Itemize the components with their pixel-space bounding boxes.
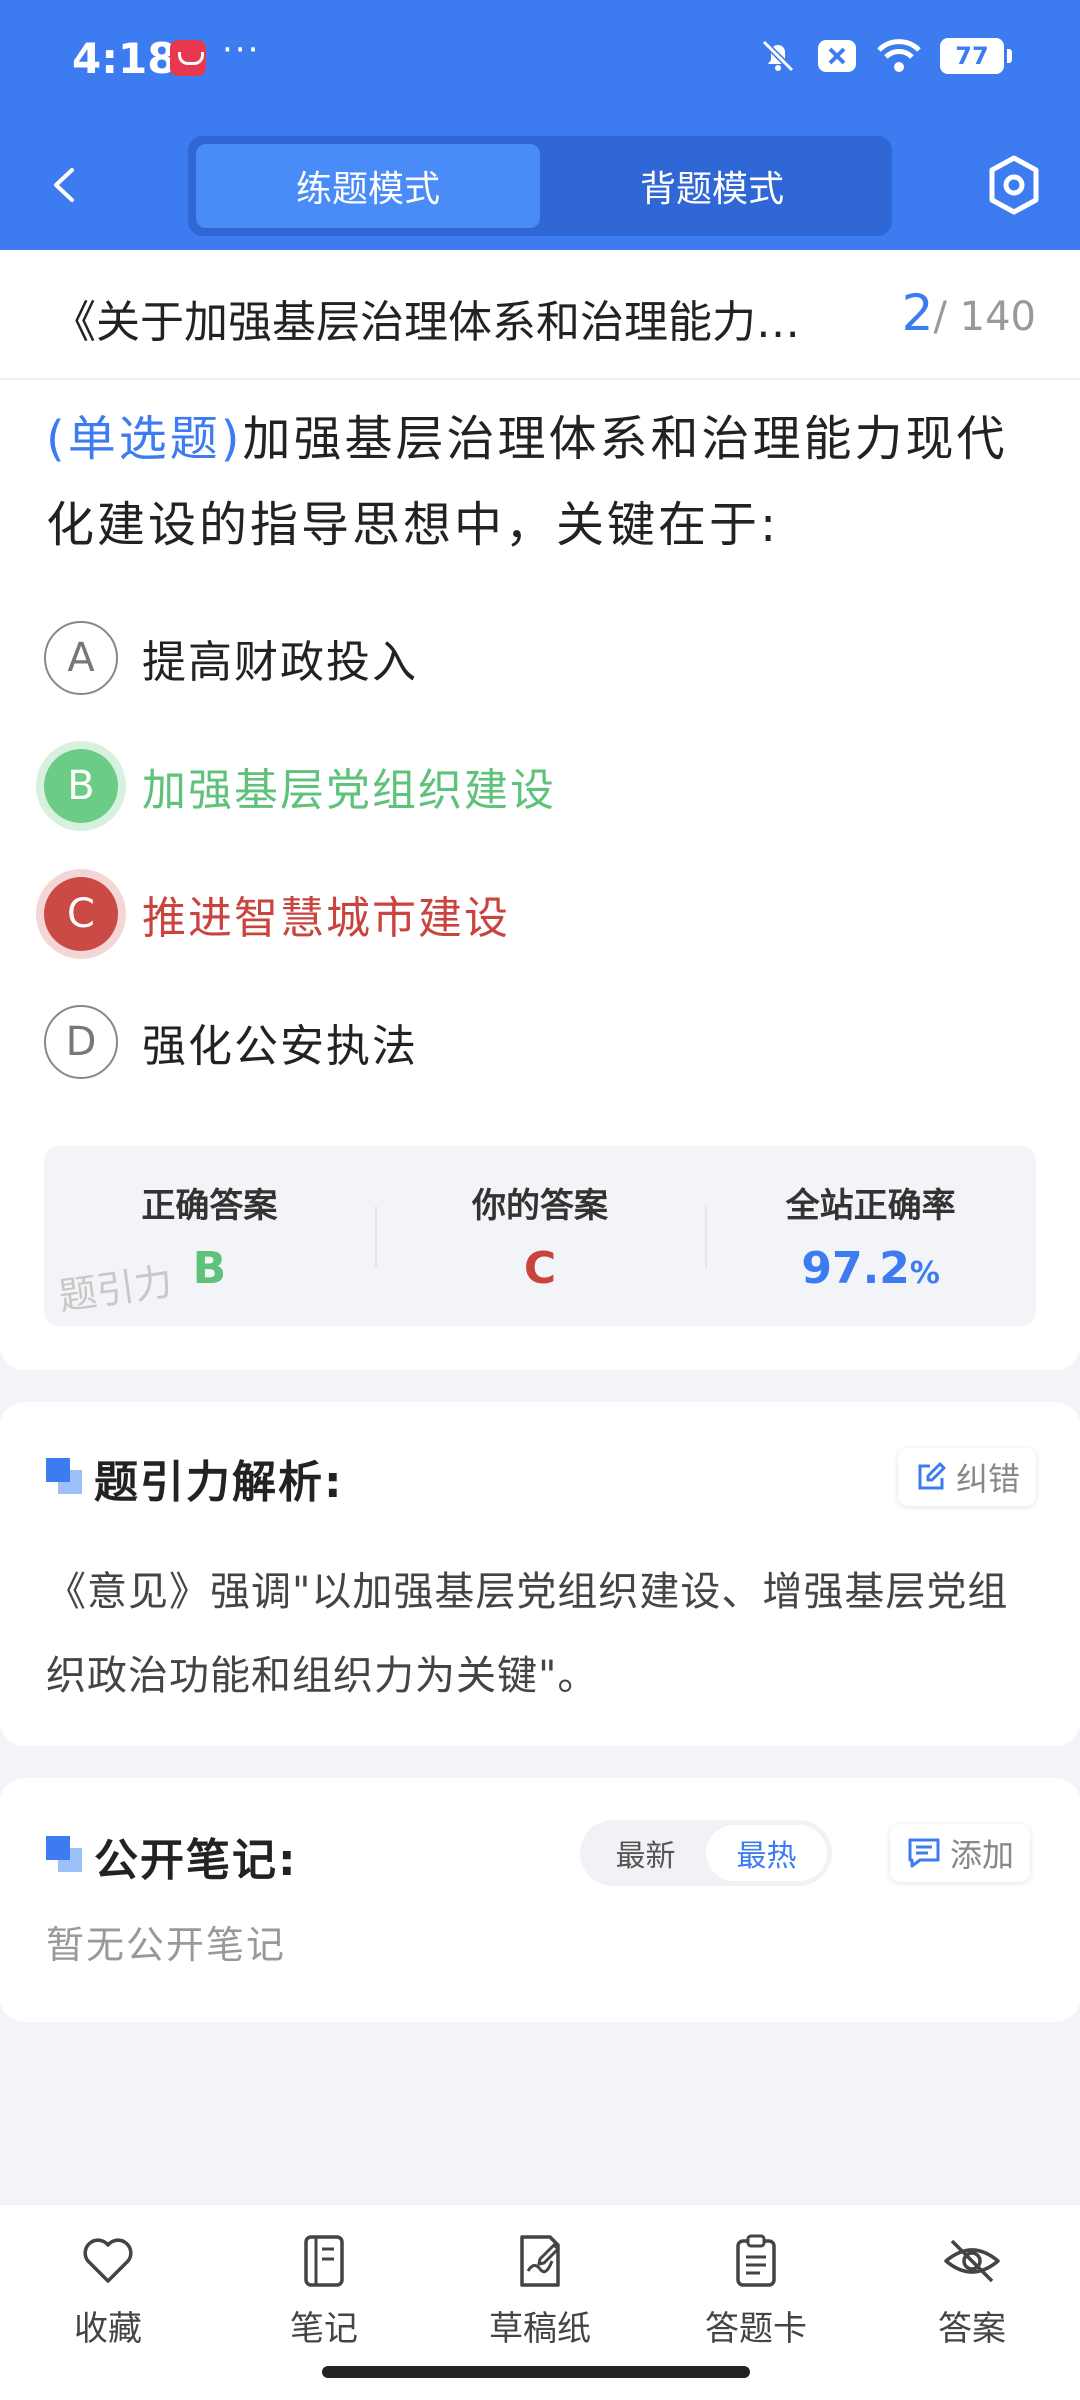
tab-recite-mode[interactable]: 背题模式 — [540, 144, 884, 228]
answer-summary: 正确答案 B 题引力 你的答案 C 全站正确率 97.2% — [44, 1146, 1036, 1326]
analysis-card: 题引力解析: 纠错 《意见》强调"以加强基层党组织建设、增强基层党组织政治功能和… — [0, 1402, 1080, 1746]
section-icon — [46, 1458, 82, 1494]
bell-muted-icon — [761, 39, 795, 73]
comment-icon — [908, 1838, 940, 1868]
option-letter: C — [44, 877, 118, 951]
accuracy-rate-col: 全站正确率 97.2% — [705, 1146, 1036, 1326]
settings-icon[interactable] — [984, 152, 1044, 218]
notification-x-icon — [818, 40, 856, 72]
eye-off-icon — [944, 2239, 1000, 2283]
favorite-button[interactable]: 收藏 — [0, 2205, 216, 2400]
app-notification-icon — [170, 40, 206, 76]
correct-answer-label: 正确答案 — [141, 1186, 278, 1226]
notes-title: 公开笔记: — [94, 1835, 298, 1886]
option-text: 加强基层党组织建设 — [142, 765, 556, 816]
option-a[interactable]: A 提高财政投入 — [44, 620, 418, 696]
total-count: / 140 — [933, 294, 1036, 340]
accuracy-rate-number: 97.2 — [801, 1243, 910, 1294]
option-letter: D — [44, 1005, 118, 1079]
current-index: 2 — [901, 284, 934, 342]
accuracy-rate-unit: % — [909, 1256, 940, 1291]
option-letter: A — [44, 621, 118, 695]
public-notes-card: 公开笔记: 最新 最热 添加 暂无公开笔记 — [0, 1778, 1080, 2022]
favorite-label: 收藏 — [74, 2309, 142, 2349]
mode-switch: 练题模式 背题模式 — [188, 136, 892, 236]
empty-notes-text: 暂无公开笔记 — [46, 1923, 287, 1967]
status-bar: 4:18 ··· 77 — [0, 0, 1080, 120]
edit-icon — [918, 1462, 946, 1490]
report-error-label: 纠错 — [956, 1460, 1021, 1498]
heart-icon — [83, 2238, 133, 2283]
header: 4:18 ··· 77 练题模式 背题模式 — [0, 0, 1080, 250]
notebook-icon — [304, 2235, 344, 2287]
status-icons: 77 — [758, 36, 1012, 76]
accuracy-rate-label: 全站正确率 — [785, 1186, 956, 1226]
question-text: (单选题)加强基层治理体系和治理能力现代化建设的指导思想中，关键在于: — [46, 396, 1040, 568]
answer-card-label: 答题卡 — [705, 2309, 807, 2349]
your-answer-col: 你的答案 C — [374, 1146, 706, 1326]
add-note-button[interactable]: 添加 — [890, 1824, 1031, 1882]
accuracy-rate-value: 97.2% — [705, 1243, 1036, 1294]
sort-hot-tab[interactable]: 最热 — [706, 1825, 827, 1881]
option-b[interactable]: B 加强基层党组织建设 — [44, 748, 556, 824]
your-answer-label: 你的答案 — [472, 1186, 608, 1226]
status-time: 4:18 — [72, 34, 177, 83]
option-d[interactable]: D 强化公安执法 — [44, 1004, 418, 1080]
correct-answer-col: 正确答案 B 题引力 — [44, 1146, 375, 1326]
show-answer-label: 答案 — [938, 2309, 1006, 2349]
option-text: 推进智慧城市建设 — [142, 893, 510, 944]
option-text: 强化公安执法 — [142, 1021, 418, 1072]
sort-latest-tab[interactable]: 最新 — [585, 1825, 706, 1881]
option-letter: B — [44, 749, 118, 823]
notes-sort-toggle: 最新 最热 — [580, 1820, 832, 1886]
question-type: (单选题) — [46, 411, 243, 467]
clipboard-icon — [736, 2234, 776, 2287]
your-answer-value: C — [523, 1243, 557, 1294]
notes-label: 笔记 — [290, 2309, 358, 2349]
doc-title-row: 《关于加强基层治理体系和治理能力… 2/ 140 — [0, 250, 1080, 380]
report-error-button[interactable]: 纠错 — [898, 1448, 1037, 1506]
analysis-text: 《意见》强调"以加强基层党组织建设、增强基层党组织政治功能和组织力为关键"。 — [46, 1569, 1009, 1699]
draft-paper-icon — [520, 2235, 560, 2287]
option-text: 提高财政投入 — [142, 637, 418, 688]
nav-bar: 练题模式 背题模式 — [0, 120, 1080, 250]
section-icon — [46, 1836, 82, 1872]
option-c[interactable]: C 推进智慧城市建设 — [44, 876, 510, 952]
analysis-title: 题引力解析: — [94, 1457, 344, 1508]
question-card: 《关于加强基层治理体系和治理能力… 2/ 140 (单选题)加强基层治理体系和治… — [0, 250, 1080, 1370]
wifi-icon — [877, 39, 921, 72]
add-note-label: 添加 — [950, 1836, 1015, 1874]
show-answer-button[interactable]: 答案 — [864, 2205, 1080, 2400]
question-counter: 2/ 140 — [902, 284, 1036, 342]
battery-indicator: 77 — [940, 38, 1012, 74]
home-indicator[interactable] — [322, 2366, 750, 2378]
document-title: 《关于加强基层治理体系和治理能力… — [52, 297, 800, 348]
tab-practice-mode[interactable]: 练题模式 — [196, 144, 540, 228]
more-notifications-icon: ··· — [222, 30, 261, 70]
draft-paper-label: 草稿纸 — [489, 2309, 591, 2349]
back-arrow-icon[interactable] — [40, 160, 90, 210]
